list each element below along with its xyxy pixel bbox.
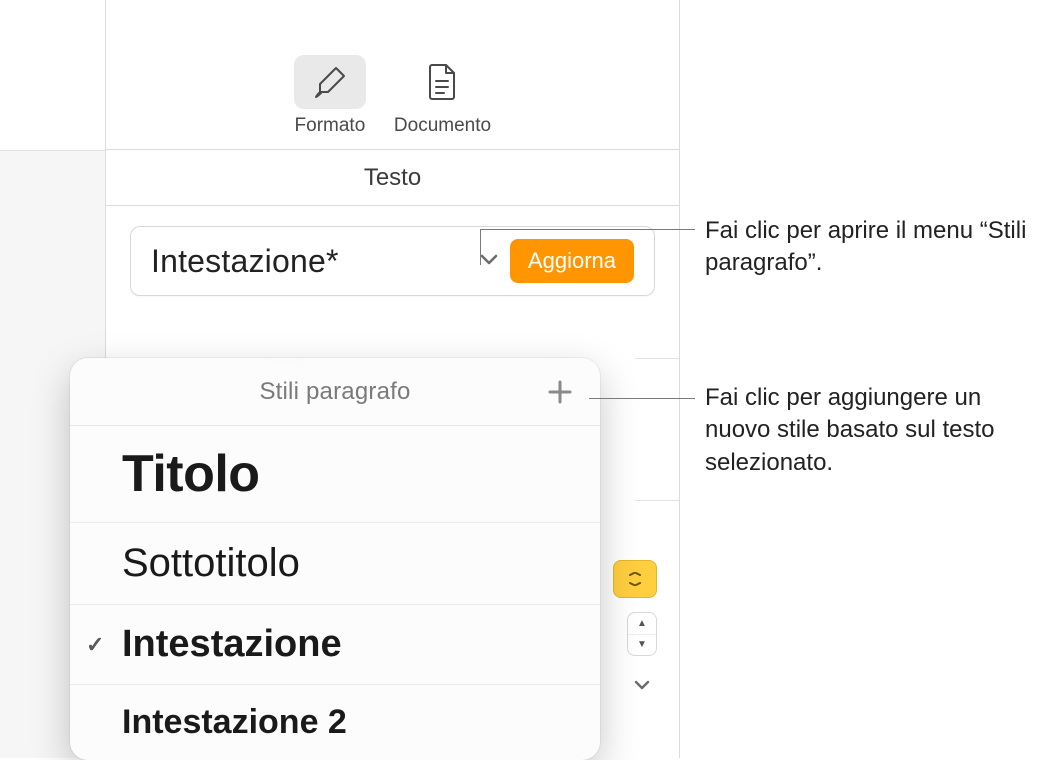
style-item-label: Sottotitolo [122,541,300,585]
callout-add-style: Fai clic per aggiungere un nuovo stile b… [705,382,1045,479]
stepper[interactable]: ▲ ▼ [627,612,657,656]
toolbar-format-label: Formato [295,115,366,137]
tab-text[interactable]: Testo [364,164,421,192]
update-style-label: Aggiorna [528,248,616,274]
checkmark-icon: ✓ [86,632,104,658]
sidebar-extra-controls: ▲ ▼ [613,560,657,700]
divider [635,358,679,359]
paragraph-styles-list: Titolo Sottotitolo ✓ Intestazione Intest… [70,426,600,760]
style-item-label: Intestazione 2 [122,703,347,741]
update-style-button[interactable]: Aggiorna [510,239,634,283]
style-item-label: Intestazione [122,623,342,665]
style-item-label: Titolo [122,445,260,503]
paragraph-styles-title: Stili paragrafo [128,378,542,406]
inspector-tabs: Testo [106,150,679,206]
chevron-down-icon [478,248,500,275]
paragraph-style-popup[interactable]: Intestazione* Aggiorna [130,226,655,296]
paragraph-styles-menu: Stili paragrafo Titolo Sottotitolo ✓ Int… [70,358,600,760]
color-popup-button[interactable] [613,560,657,598]
callout-open-menu: Fai clic per aprire il menu “Stili parag… [705,215,1045,280]
paintbrush-icon [294,55,366,109]
toolbar-format[interactable]: Formato [294,55,366,137]
disclosure-chevron-icon[interactable] [627,670,657,700]
divider [635,500,679,501]
style-item-intestazione-2[interactable]: Intestazione 2 [70,685,600,760]
paragraph-style-current: Intestazione* [151,243,478,280]
style-item-sottotitolo[interactable]: Sottotitolo [70,523,600,605]
document-icon [406,55,478,109]
inspector-toolbar: Formato Documento [106,0,679,150]
callout-leader [480,229,481,265]
callout-leader [589,398,695,399]
toolbar-document-label: Documento [394,115,491,137]
paragraph-styles-header: Stili paragrafo [70,358,600,426]
style-item-intestazione[interactable]: ✓ Intestazione [70,605,600,685]
toolbar-document[interactable]: Documento [394,55,491,137]
style-item-titolo[interactable]: Titolo [70,426,600,523]
stepper-up-icon[interactable]: ▲ [628,613,656,635]
paragraph-style-row: Intestazione* Aggiorna [106,206,679,316]
stepper-down-icon[interactable]: ▼ [628,635,656,656]
add-style-button[interactable] [542,374,578,410]
callout-leader [480,229,695,230]
